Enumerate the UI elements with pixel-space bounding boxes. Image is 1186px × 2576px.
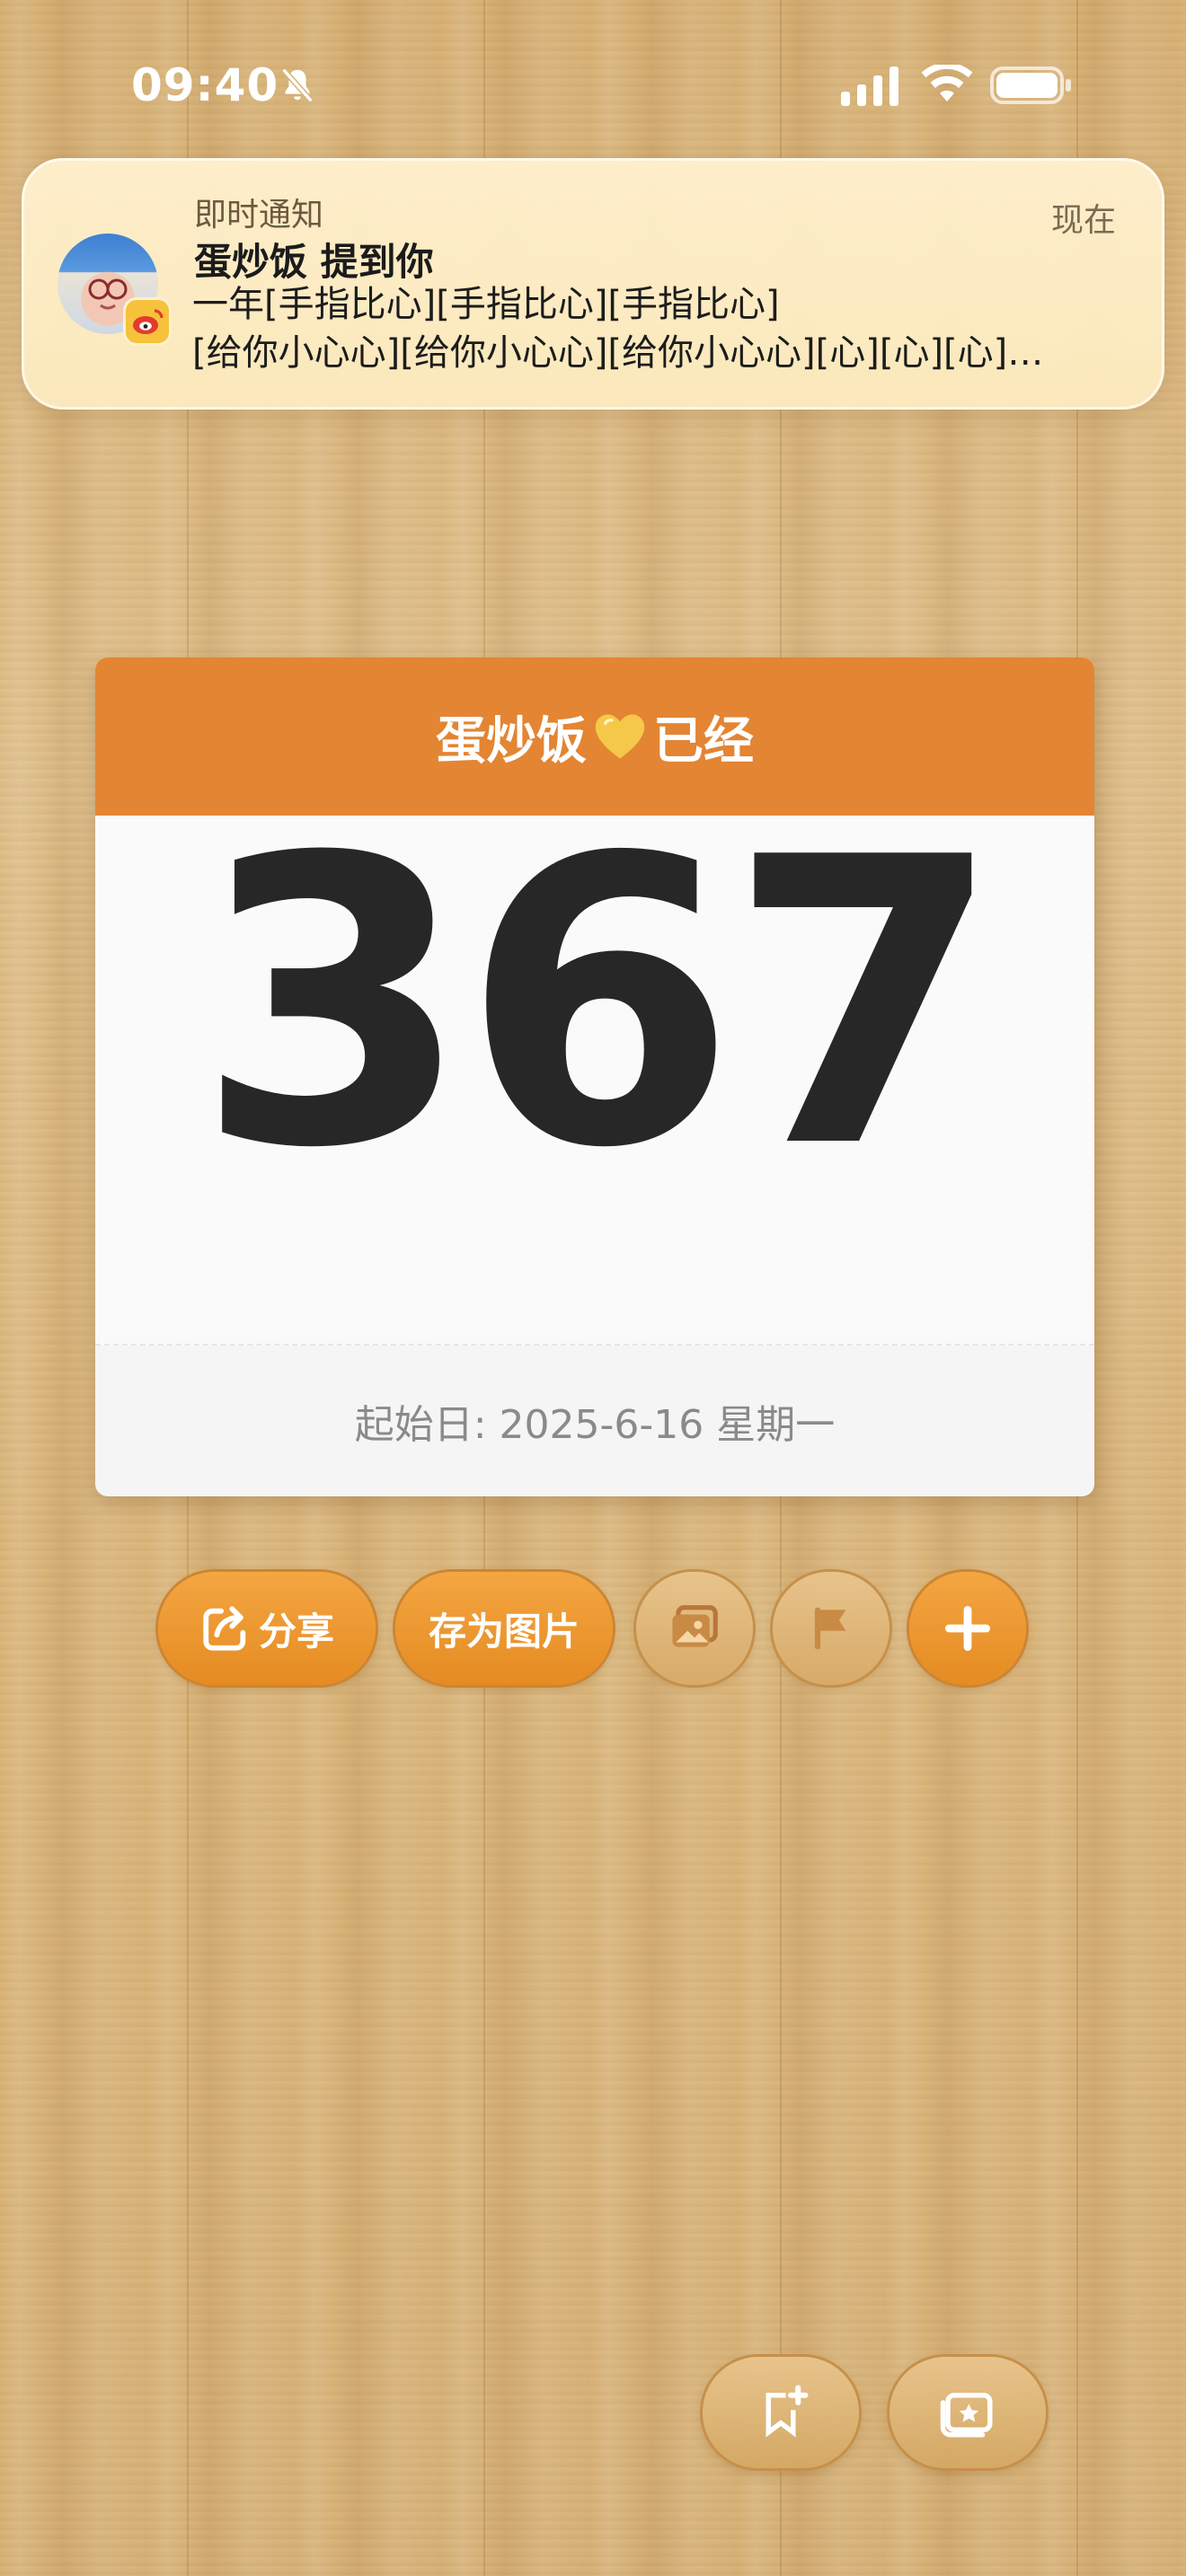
status-bar: 09:40 bbox=[0, 0, 1186, 162]
flag-icon bbox=[814, 1607, 846, 1650]
notification-time: 现在 bbox=[1050, 202, 1116, 239]
start-date: 起始日: 2025-6-16 星期一 bbox=[95, 1345, 1094, 1496]
notification-body-line: 一年[手指比心][手指比心][手指比心] bbox=[192, 284, 780, 325]
share-button[interactable]: 分享 bbox=[158, 1572, 376, 1685]
counter-suffix: 已经 bbox=[653, 711, 754, 771]
weibo-icon bbox=[126, 300, 169, 343]
day-counter-card[interactable]: 蛋炒饭 已经 367 起始日: 2025-6-16 星期一 bbox=[95, 657, 1094, 1496]
bookmark-add-icon bbox=[766, 2385, 809, 2438]
wifi-icon bbox=[921, 65, 973, 101]
save-image-label: 存为图片 bbox=[428, 1609, 580, 1654]
yellow-heart-icon bbox=[595, 714, 645, 759]
photo-icon bbox=[672, 1605, 718, 1647]
photo-stack-icon bbox=[940, 2393, 993, 2438]
notification-body-line: [给你小心心][给你小心心][给你小心心][心][心][心]… bbox=[192, 332, 1044, 374]
share-label: 分享 bbox=[258, 1609, 334, 1654]
add-button[interactable] bbox=[909, 1572, 1026, 1685]
plus-icon bbox=[944, 1605, 991, 1652]
gallery-button[interactable] bbox=[890, 2357, 1046, 2468]
share-icon bbox=[203, 1606, 246, 1651]
notification-body: 一年[手指比心][手指比心][手指比心] [给你小心心][给你小心心][给你小心… bbox=[192, 280, 1127, 377]
background-image-button[interactable] bbox=[636, 1572, 753, 1685]
battery-icon bbox=[990, 66, 1071, 104]
days-count: 367 bbox=[195, 774, 1003, 1234]
flag-button[interactable] bbox=[773, 1572, 890, 1685]
save-image-button[interactable]: 存为图片 bbox=[395, 1572, 613, 1685]
notification-banner[interactable]: 即时通知 现在 蛋炒饭 提到你 一年[手指比心][手指比心][手指比心] [给你… bbox=[22, 158, 1164, 410]
notification-app-name: 即时通知 bbox=[194, 197, 324, 234]
counter-name: 蛋炒饭 bbox=[436, 711, 587, 771]
status-time: 09:40 bbox=[131, 59, 279, 111]
bell-slash-icon bbox=[281, 67, 314, 103]
notification-title: 蛋炒饭 提到你 bbox=[194, 240, 434, 284]
add-bookmark-button[interactable] bbox=[703, 2357, 859, 2468]
cellular-signal-icon bbox=[841, 66, 898, 106]
